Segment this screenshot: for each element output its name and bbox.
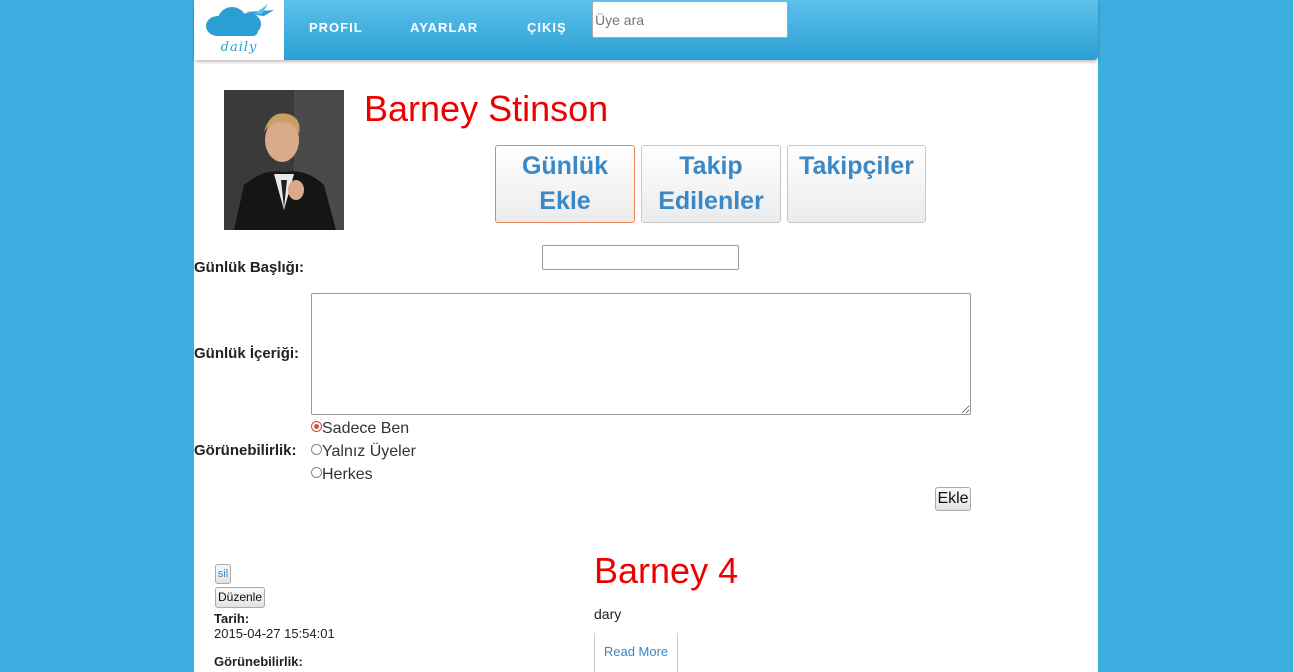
post-date-label: Tarih: xyxy=(214,611,250,626)
visibility-label: Görünebilirlik: xyxy=(194,442,297,459)
delete-post-button[interactable]: sil xyxy=(215,564,231,584)
add-diary-button[interactable]: Ekle xyxy=(935,487,971,511)
post-title: Barney 4 xyxy=(594,550,739,591)
nav-profil[interactable]: PROFIL xyxy=(309,20,363,35)
top-navbar: daily PROFIL AYARLAR ÇIKIŞ xyxy=(194,0,1098,60)
nav-cikis[interactable]: ÇIKIŞ xyxy=(527,20,567,35)
visibility-option-members[interactable]: Yalnız Üyeler xyxy=(311,443,416,461)
edit-post-button[interactable]: Düzenle xyxy=(215,587,265,608)
visibility-option-only-me[interactable]: Sadece Ben xyxy=(311,420,409,438)
radio-button[interactable] xyxy=(311,467,322,478)
visibility-option-everyone[interactable]: Herkes xyxy=(311,466,373,484)
diary-content-label: Günlük İçeriği: xyxy=(194,345,300,362)
post-date-value: 2015-04-27 15:54:01 xyxy=(214,626,335,641)
visibility-option-label: Yalnız Üyeler xyxy=(322,443,416,460)
post-body: dary xyxy=(594,606,622,622)
radio-button-checked[interactable] xyxy=(311,421,322,432)
visibility-option-label: Herkes xyxy=(322,466,373,483)
member-search-input[interactable] xyxy=(592,1,788,38)
profile-photo xyxy=(224,90,344,230)
cloud-icon xyxy=(206,4,274,36)
nav-ayarlar[interactable]: AYARLAR xyxy=(410,20,478,35)
tab-following[interactable]: Takip Edilenler xyxy=(641,145,781,223)
diary-title-input[interactable] xyxy=(542,245,739,270)
avatar xyxy=(224,90,344,230)
radio-button[interactable] xyxy=(311,444,322,455)
logo-text: daily xyxy=(220,40,258,55)
visibility-option-label: Sadece Ben xyxy=(322,420,410,437)
logo[interactable]: daily xyxy=(194,0,284,60)
tab-followers[interactable]: Takipçiler xyxy=(787,145,926,223)
post-visibility-label: Görünebilirlik: xyxy=(214,654,303,669)
profile-name: Barney Stinson xyxy=(364,88,609,129)
diary-content-textarea[interactable] xyxy=(311,293,971,415)
read-more-link[interactable]: Read More xyxy=(594,633,678,672)
diary-title-label: Günlük Başlığı: xyxy=(194,259,305,276)
tab-add-diary[interactable]: Günlük Ekle xyxy=(495,145,635,223)
